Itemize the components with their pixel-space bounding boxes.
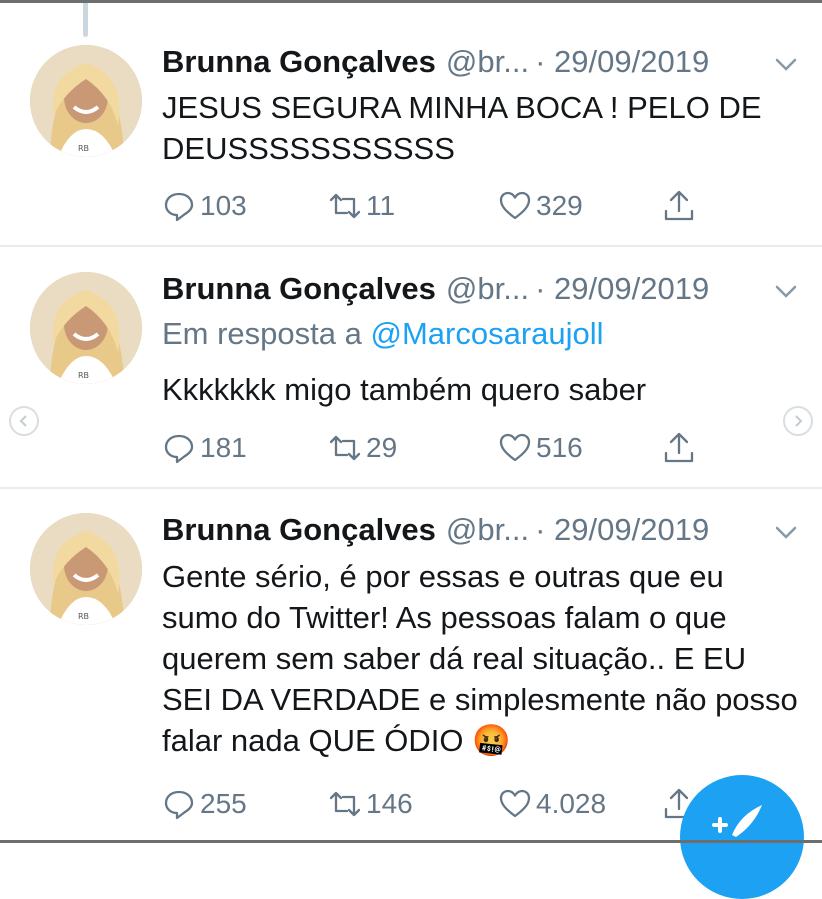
chevron-down-icon[interactable] bbox=[772, 50, 800, 78]
reply-count: 103 bbox=[200, 190, 247, 221]
tweet-date[interactable]: · 29/09/2019 bbox=[535, 271, 709, 307]
svg-text:RB: RB bbox=[78, 371, 89, 380]
retweet-button[interactable]: 11 bbox=[328, 188, 395, 224]
tweet-divider bbox=[0, 245, 822, 247]
heart-icon bbox=[499, 191, 531, 220]
like-count: 4.028 bbox=[536, 788, 607, 819]
chevron-down-icon[interactable] bbox=[772, 518, 800, 546]
reply-count: 181 bbox=[200, 432, 247, 463]
retweet-count: 29 bbox=[366, 432, 398, 463]
compose-tweet-icon bbox=[712, 805, 762, 837]
like-button[interactable]: 516 bbox=[498, 430, 583, 466]
retweet-icon bbox=[329, 435, 361, 461]
retweet-count: 146 bbox=[366, 788, 413, 819]
tweet-actions: 181 29 516 bbox=[162, 430, 722, 466]
tweet-divider bbox=[0, 487, 822, 489]
tweet-header: Brunna Gonçalves @br... · 29/09/2019 bbox=[162, 510, 709, 550]
reply-icon bbox=[164, 192, 194, 222]
chevron-left-icon bbox=[19, 415, 27, 427]
author-name[interactable]: Brunna Gonçalves bbox=[162, 44, 436, 80]
reply-icon bbox=[164, 790, 194, 820]
reply-button[interactable]: 255 bbox=[162, 786, 247, 822]
tweet-actions: 255 146 4.028 bbox=[162, 786, 722, 822]
heart-icon bbox=[499, 433, 531, 462]
share-icon bbox=[664, 432, 694, 463]
share-button[interactable] bbox=[662, 188, 700, 224]
tweet-text: JESUS SEGURA MINHA BOCA ! PELO DE DEUSSS… bbox=[162, 90, 762, 166]
tweet-text: Kkkkkkk migo também quero saber bbox=[162, 372, 647, 407]
share-button[interactable] bbox=[662, 430, 700, 466]
reply-count: 255 bbox=[200, 788, 247, 819]
author-handle[interactable]: @br... bbox=[446, 44, 529, 80]
retweet-icon bbox=[329, 791, 361, 817]
tweet-actions: 103 11 329 bbox=[162, 188, 722, 224]
retweet-button[interactable]: 146 bbox=[328, 786, 413, 822]
share-icon bbox=[664, 190, 694, 221]
reply-prefix: Em resposta a bbox=[162, 316, 362, 351]
retweet-count: 11 bbox=[366, 190, 396, 221]
heart-icon bbox=[499, 789, 531, 818]
tweet-header: Brunna Gonçalves @br... · 29/09/2019 bbox=[162, 269, 709, 309]
reply-button[interactable]: 181 bbox=[162, 430, 247, 466]
tweet-text: Gente sério, é por essas e outras que eu… bbox=[162, 559, 798, 758]
avatar[interactable]: RB bbox=[30, 45, 142, 157]
like-button[interactable]: 4.028 bbox=[498, 786, 606, 822]
tweet-date[interactable]: · 29/09/2019 bbox=[535, 44, 709, 80]
like-count: 516 bbox=[536, 432, 583, 463]
carousel-prev-button[interactable] bbox=[9, 406, 39, 436]
chevron-right-icon bbox=[795, 415, 803, 427]
reply-icon bbox=[164, 434, 194, 464]
svg-text:RB: RB bbox=[78, 144, 89, 153]
avatar[interactable]: RB bbox=[30, 513, 142, 625]
retweet-icon bbox=[329, 193, 361, 219]
svg-text:RB: RB bbox=[78, 612, 89, 621]
top-border bbox=[0, 0, 822, 3]
reply-button[interactable]: 103 bbox=[162, 188, 247, 224]
like-count: 329 bbox=[536, 190, 583, 221]
tweet-date[interactable]: · 29/09/2019 bbox=[535, 512, 709, 548]
carousel-next-button[interactable] bbox=[783, 406, 813, 436]
reply-context: Em resposta a @Marcosaraujoll bbox=[162, 316, 604, 352]
compose-tweet-button[interactable] bbox=[680, 775, 804, 899]
tweet-header: Brunna Gonçalves @br... · 29/09/2019 bbox=[162, 42, 709, 82]
thread-connector-line bbox=[83, 3, 88, 37]
chevron-down-icon[interactable] bbox=[772, 277, 800, 305]
author-handle[interactable]: @br... bbox=[446, 271, 529, 307]
retweet-button[interactable]: 29 bbox=[328, 430, 397, 466]
author-name[interactable]: Brunna Gonçalves bbox=[162, 512, 436, 548]
author-handle[interactable]: @br... bbox=[446, 512, 529, 548]
author-name[interactable]: Brunna Gonçalves bbox=[162, 271, 436, 307]
like-button[interactable]: 329 bbox=[498, 188, 583, 224]
avatar[interactable]: RB bbox=[30, 272, 142, 384]
reply-mention-link[interactable]: @Marcosaraujoll bbox=[371, 316, 604, 351]
